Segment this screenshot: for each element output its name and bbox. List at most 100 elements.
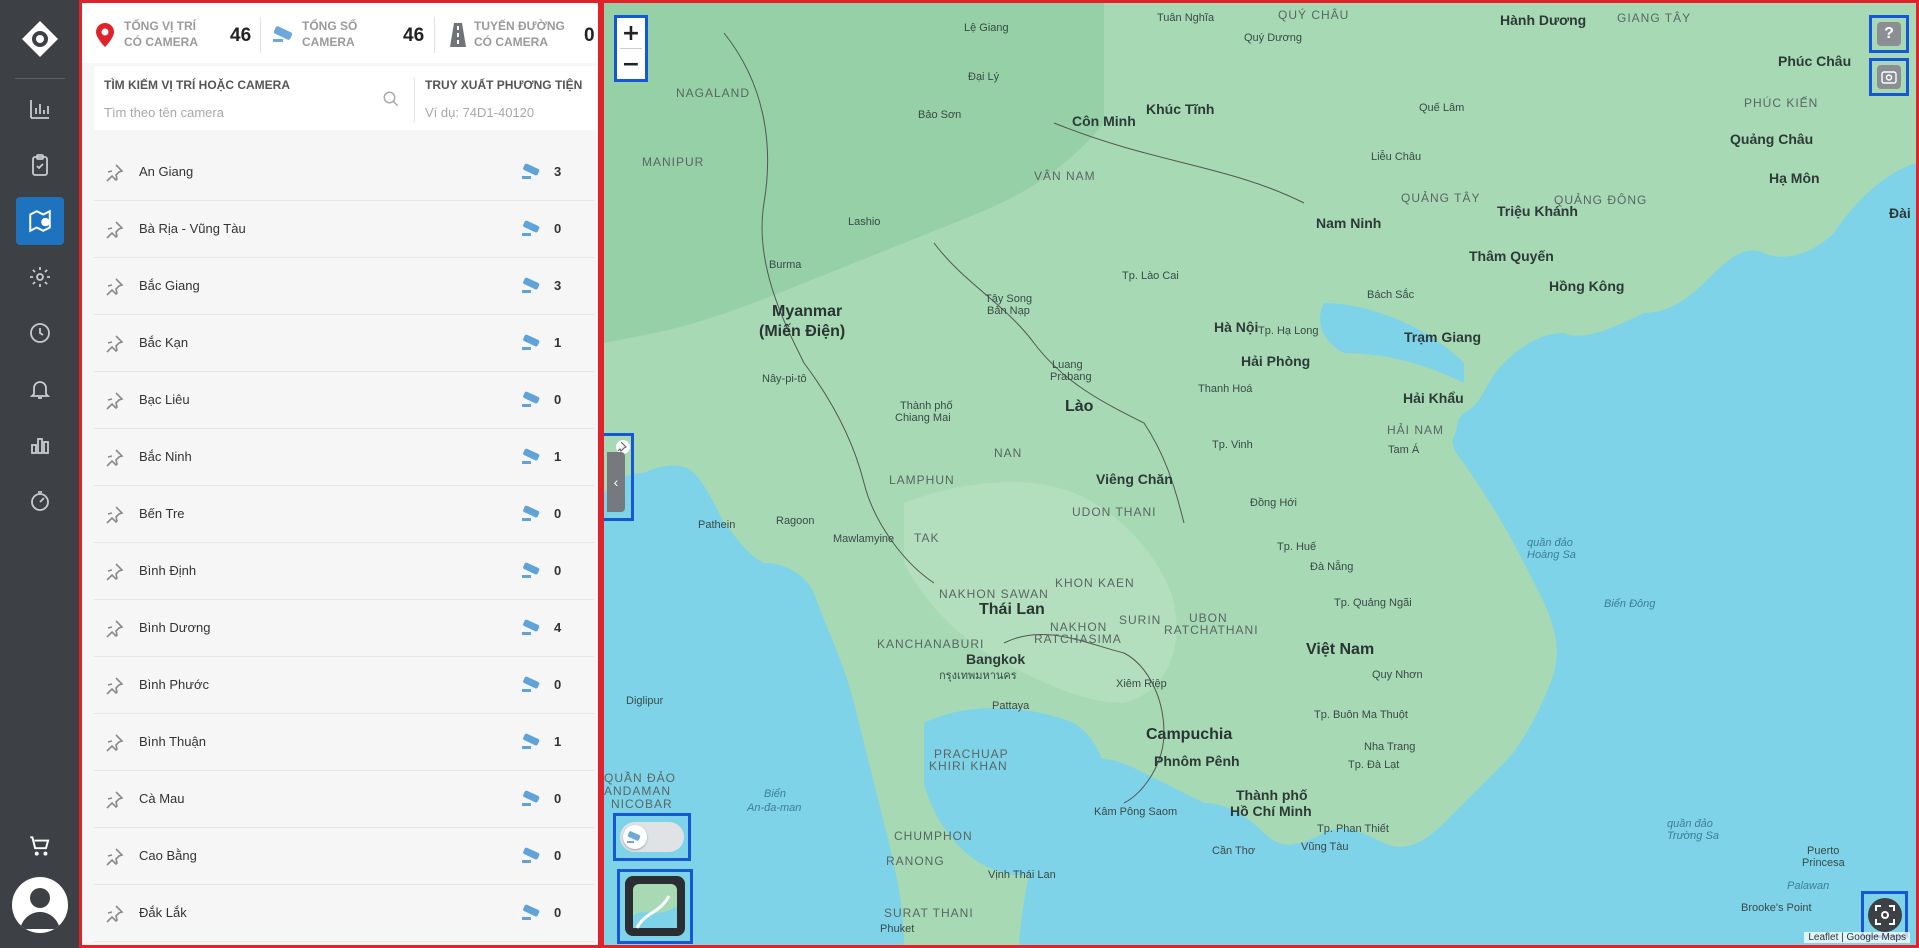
province-row[interactable]: Cà Mau 0: [94, 771, 594, 828]
label-fujian: PHÚC KIẾN: [1744, 96, 1819, 110]
province-row[interactable]: Bình Định 0: [94, 543, 594, 600]
cart-icon: [30, 836, 50, 856]
pin-icon[interactable]: [104, 904, 124, 924]
label-shenzhen: Thâm Quyến: [1469, 248, 1554, 264]
nav-tasks-button[interactable]: [16, 141, 64, 189]
province-row[interactable]: Bắc Ninh 1: [94, 429, 594, 486]
stat-locations-label1: TỔNG VỊ TRÍ: [124, 19, 196, 33]
province-row[interactable]: Bình Phước 0: [94, 657, 594, 714]
province-name: Bắc Ninh: [139, 449, 192, 464]
camera-search-input[interactable]: [104, 102, 344, 122]
label-pathein: Pathein: [698, 519, 736, 531]
nav-alerts-button[interactable]: [16, 365, 64, 413]
label-cantho: Cần Thơ: [1212, 845, 1256, 857]
pin-icon[interactable]: [104, 391, 124, 411]
app-root: TỔNG VỊ TRÍ CÓ CAMERA 46 TỔNG SỐ CAMERA 46…: [0, 0, 1919, 948]
province-row[interactable]: Bắc Giang 3: [94, 258, 594, 315]
label-buonmathuot: Tp. Buôn Ma Thuột: [1314, 709, 1408, 721]
nav-settings-button[interactable]: [16, 253, 64, 301]
province-row[interactable]: Bình Dương 4: [94, 600, 594, 657]
pin-icon[interactable]: [104, 619, 124, 639]
map-layer-button[interactable]: [625, 876, 685, 936]
camera-icon: [522, 847, 540, 863]
pin-icon[interactable]: [104, 676, 124, 696]
label-laocai: Tp. Lào Cai: [1122, 270, 1179, 282]
pin-icon[interactable]: [104, 448, 124, 468]
screenshot-button[interactable]: [1877, 65, 1901, 89]
map-layer-switcher-wrap: [617, 869, 693, 944]
nav-map-button[interactable]: [16, 197, 64, 245]
province-name: Bắc Giang: [139, 278, 200, 293]
camera-count: 0: [554, 392, 562, 407]
label-donghoi: Đồng Hới: [1250, 497, 1297, 509]
collapse-sidebar-button[interactable]: ‹: [607, 452, 625, 512]
pin-icon[interactable]: [104, 277, 124, 297]
label-vietnam: Việt Nam: [1306, 641, 1375, 658]
camera-layer-toggle[interactable]: [620, 822, 684, 852]
province-row[interactable]: Cao Bằng 0: [94, 828, 594, 885]
province-name: Cao Bằng: [139, 848, 197, 863]
map-attribution[interactable]: Leaflet | Google Maps: [1804, 932, 1910, 943]
camera-icon: [522, 733, 540, 749]
nav-cart-button[interactable]: [16, 822, 64, 870]
province-row[interactable]: Bắc Kạn 1: [94, 315, 594, 372]
label-andaman-sea: Biển: [764, 788, 787, 800]
camera-icon: [522, 220, 540, 236]
nav-dashboard-button[interactable]: [16, 85, 64, 133]
label-brookes: Brooke's Point: [1741, 902, 1812, 914]
search-icon[interactable]: [382, 90, 400, 108]
camera-count: 1: [554, 734, 562, 749]
screenshot-wrap: [1869, 58, 1909, 96]
province-row[interactable]: Bạc Liêu 0: [94, 372, 594, 429]
label-phnompenh: Phnôm Pênh: [1154, 753, 1240, 769]
map-view[interactable]: Myanmar (Miến Điện) Lào Thái Lan Campuch…: [601, 0, 1919, 948]
label-nan: NAN: [994, 446, 1023, 460]
province-row[interactable]: Bến Tre 0: [94, 486, 594, 543]
help-button[interactable]: ?: [1877, 22, 1901, 46]
app-logo-icon[interactable]: [20, 19, 60, 59]
camera-icon: [522, 904, 540, 920]
nav-speed-button[interactable]: [16, 477, 64, 525]
label-guizhou: QUÝ CHÂU: [1278, 8, 1350, 22]
province-name: An Giang: [139, 164, 194, 179]
province-row[interactable]: Bà Rịa - Vũng Tàu 0: [94, 201, 594, 258]
label-luangprabang2: Prabang: [1050, 371, 1092, 383]
pin-icon[interactable]: [104, 733, 124, 753]
label-dali: Đại Lý: [968, 71, 1000, 83]
nav-divider: [15, 78, 65, 79]
province-name: Bạc Liêu: [139, 392, 190, 407]
zoom-out-button[interactable]: −: [617, 49, 645, 79]
label-liuzhou: Liễu Châu: [1371, 151, 1422, 163]
label-ranong: RANONG: [886, 854, 945, 868]
camera-count: 4: [554, 620, 562, 635]
label-andaman-sea2: An-đa-man: [747, 802, 802, 814]
label-yangon: Ragoon: [776, 515, 815, 527]
nav-reports-button[interactable]: [16, 421, 64, 469]
province-name: Bà Rịa - Vũng Tàu: [139, 221, 246, 236]
label-spratly: quần đảo: [1667, 818, 1713, 830]
locate-button[interactable]: [1868, 898, 1902, 932]
pin-icon[interactable]: [104, 220, 124, 240]
pin-icon[interactable]: [104, 334, 124, 354]
pin-icon[interactable]: [104, 163, 124, 183]
vehicle-plate-input[interactable]: [425, 102, 585, 122]
zoom-in-button[interactable]: +: [617, 18, 645, 48]
pin-icon[interactable]: [104, 505, 124, 525]
pin-icon[interactable]: [104, 847, 124, 867]
province-row[interactable]: Bình Thuận 1: [94, 714, 594, 771]
user-avatar[interactable]: [12, 877, 68, 933]
label-haiphong: Hải Phòng: [1241, 353, 1311, 369]
nav-history-button[interactable]: [16, 309, 64, 357]
camera-icon: [522, 448, 540, 464]
bell-icon: [29, 381, 51, 399]
label-surin: SURIN: [1119, 613, 1162, 627]
pin-icon[interactable]: [104, 790, 124, 810]
history-icon: [30, 323, 50, 343]
label-guiyang: Quý Dương: [1244, 32, 1302, 44]
label-nanning: Nam Ninh: [1316, 215, 1382, 231]
label-nakhonsawan: NAKHON SAWAN: [939, 587, 1049, 601]
label-xishuangbanna: Tây Song: [985, 293, 1033, 305]
province-row[interactable]: Đắk Lắk 0: [94, 885, 594, 942]
pin-icon[interactable]: [104, 562, 124, 582]
province-row[interactable]: An Giang 3: [94, 144, 594, 201]
